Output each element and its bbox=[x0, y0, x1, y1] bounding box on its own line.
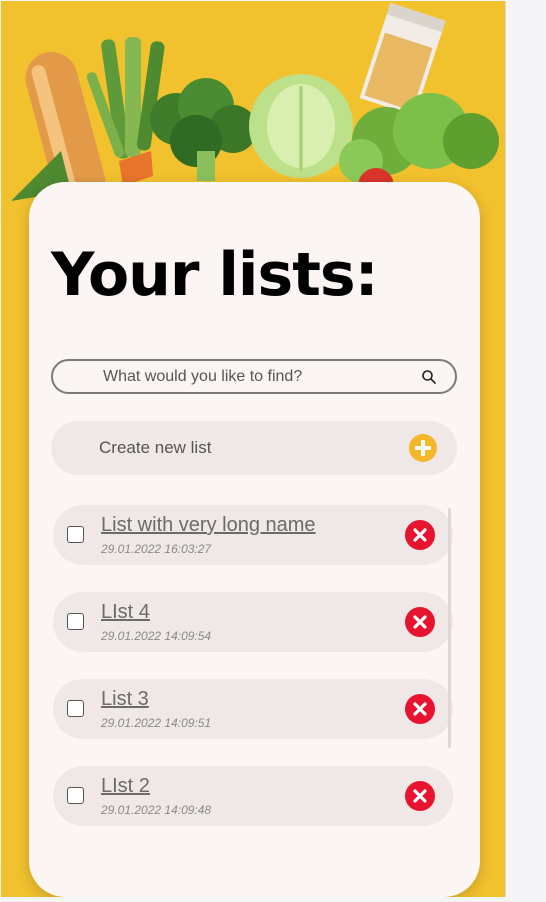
search-placeholder: What would you like to find? bbox=[103, 368, 303, 385]
list-date: 29.01.2022 14:09:54 bbox=[101, 629, 212, 643]
lists-card: Your lists: What would you like to find?… bbox=[29, 182, 480, 897]
groceries-illustration bbox=[11, 2, 499, 209]
list-scrollbar[interactable] bbox=[448, 508, 451, 748]
app-screen: Your lists: What would you like to find?… bbox=[1, 1, 506, 897]
list-name-link[interactable]: List with very long name bbox=[101, 514, 316, 537]
page-title: Your lists: bbox=[51, 240, 379, 310]
list-name-link[interactable]: List 3 bbox=[101, 688, 149, 711]
list-date: 29.01.2022 16:03:27 bbox=[101, 542, 212, 556]
search-input[interactable]: What would you like to find? bbox=[51, 359, 457, 394]
list-checkbox[interactable] bbox=[67, 700, 84, 717]
plus-circle-icon[interactable] bbox=[409, 434, 437, 462]
search-icon[interactable] bbox=[421, 369, 437, 385]
lists-container: List with very long name 29.01.2022 16:0… bbox=[53, 505, 453, 835]
list-item[interactable]: List 3 29.01.2022 14:09:51 bbox=[53, 679, 453, 739]
list-checkbox[interactable] bbox=[67, 787, 84, 804]
list-name-link[interactable]: LIst 4 bbox=[101, 601, 150, 624]
list-date: 29.01.2022 14:09:48 bbox=[101, 803, 212, 817]
create-new-list-label: Create new list bbox=[99, 438, 212, 457]
list-name-link[interactable]: LIst 2 bbox=[101, 775, 150, 798]
list-checkbox[interactable] bbox=[67, 613, 84, 630]
close-circle-icon[interactable] bbox=[405, 694, 435, 724]
list-date: 29.01.2022 14:09:51 bbox=[101, 716, 212, 730]
list-checkbox[interactable] bbox=[67, 526, 84, 543]
list-item[interactable]: LIst 4 29.01.2022 14:09:54 bbox=[53, 592, 453, 652]
close-circle-icon[interactable] bbox=[405, 781, 435, 811]
list-item[interactable]: List with very long name 29.01.2022 16:0… bbox=[53, 505, 453, 565]
list-item[interactable]: LIst 2 29.01.2022 14:09:48 bbox=[53, 766, 453, 826]
close-circle-icon[interactable] bbox=[405, 520, 435, 550]
create-new-list-button[interactable]: Create new list bbox=[51, 421, 457, 475]
close-circle-icon[interactable] bbox=[405, 607, 435, 637]
